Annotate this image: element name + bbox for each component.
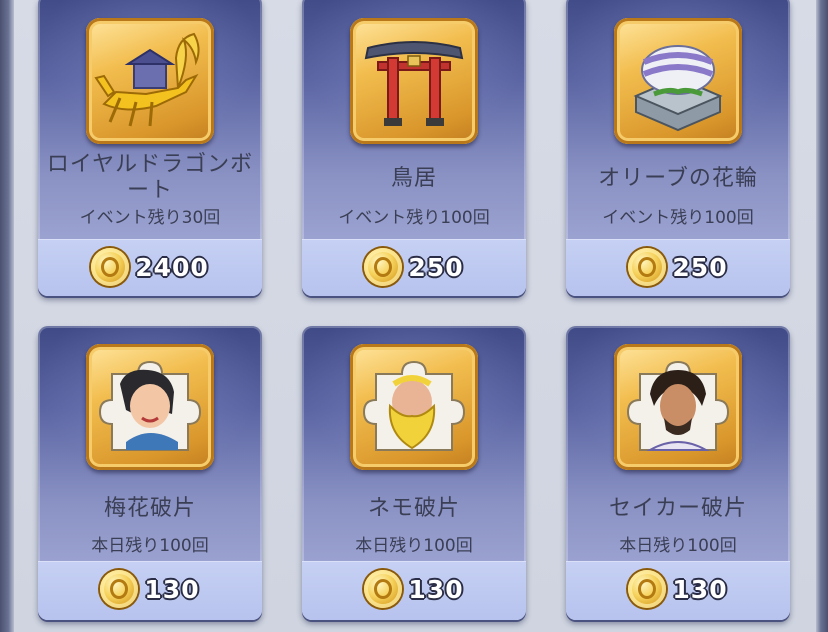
price-bar[interactable]: 130 bbox=[38, 561, 262, 620]
price-bar[interactable]: 250 bbox=[302, 239, 526, 296]
nemo-fragment-icon bbox=[350, 344, 478, 470]
price-bar[interactable]: 130 bbox=[302, 561, 526, 620]
item-price: 250 bbox=[408, 252, 464, 282]
shop-item-card-meihua-fragment[interactable]: 梅花破片 本日残り100回 130 bbox=[38, 326, 262, 620]
item-remaining: 本日残り100回 bbox=[91, 536, 209, 556]
shop-item-card-torii[interactable]: 鳥居 イベント残り100回 250 bbox=[302, 0, 526, 296]
item-remaining: イベント残り30回 bbox=[79, 208, 221, 228]
gold-coin-icon bbox=[91, 248, 130, 286]
seika-fragment-icon bbox=[614, 344, 742, 470]
shop-item-card-seika-fragment[interactable]: セイカー破片 本日残り100回 130 bbox=[566, 326, 790, 620]
item-price: 250 bbox=[672, 252, 728, 282]
price-bar[interactable]: 250 bbox=[566, 239, 790, 296]
right-edge bbox=[816, 0, 828, 632]
item-remaining: イベント残り100回 bbox=[338, 208, 490, 228]
item-name: 梅花破片 bbox=[103, 496, 196, 521]
item-price: 130 bbox=[672, 574, 728, 604]
item-name: 鳥居 bbox=[390, 166, 437, 191]
shop-item-card-royal-dragon-boat[interactable]: ロイヤルドラゴンボート イベント残り30回 2400 bbox=[38, 0, 262, 296]
dragon-boat-icon bbox=[86, 18, 214, 144]
gold-coin-icon bbox=[364, 248, 403, 286]
item-name: ネモ破片 bbox=[367, 496, 460, 521]
price-bar[interactable]: 130 bbox=[566, 561, 790, 620]
gold-coin-icon bbox=[628, 570, 667, 608]
item-price: 130 bbox=[408, 574, 464, 604]
torii-gate-icon bbox=[350, 18, 478, 144]
olive-wreath-icon bbox=[614, 18, 742, 144]
item-remaining: イベント残り100回 bbox=[602, 208, 754, 228]
gold-coin-icon bbox=[364, 570, 403, 608]
item-name: ロイヤルドラゴンボート bbox=[46, 152, 254, 203]
meihua-fragment-icon bbox=[86, 344, 214, 470]
item-price: 2400 bbox=[135, 252, 209, 282]
item-remaining: 本日残り100回 bbox=[619, 536, 737, 556]
shop-item-card-nemo-fragment[interactable]: ネモ破片 本日残り100回 130 bbox=[302, 326, 526, 620]
shop-item-card-olive-wreath[interactable]: オリーブの花輪 イベント残り100回 250 bbox=[566, 0, 790, 296]
item-remaining: 本日残り100回 bbox=[355, 536, 473, 556]
price-bar[interactable]: 2400 bbox=[38, 239, 262, 296]
item-price: 130 bbox=[144, 574, 200, 604]
item-name: セイカー破片 bbox=[608, 496, 747, 521]
item-name: オリーブの花輪 bbox=[598, 166, 758, 191]
gold-coin-icon bbox=[628, 248, 667, 286]
left-edge bbox=[0, 0, 14, 632]
gold-coin-icon bbox=[100, 570, 139, 608]
shop-screen: ロイヤルドラゴンボート イベント残り30回 2400 鳥居 イベント残り100回 bbox=[0, 0, 828, 632]
